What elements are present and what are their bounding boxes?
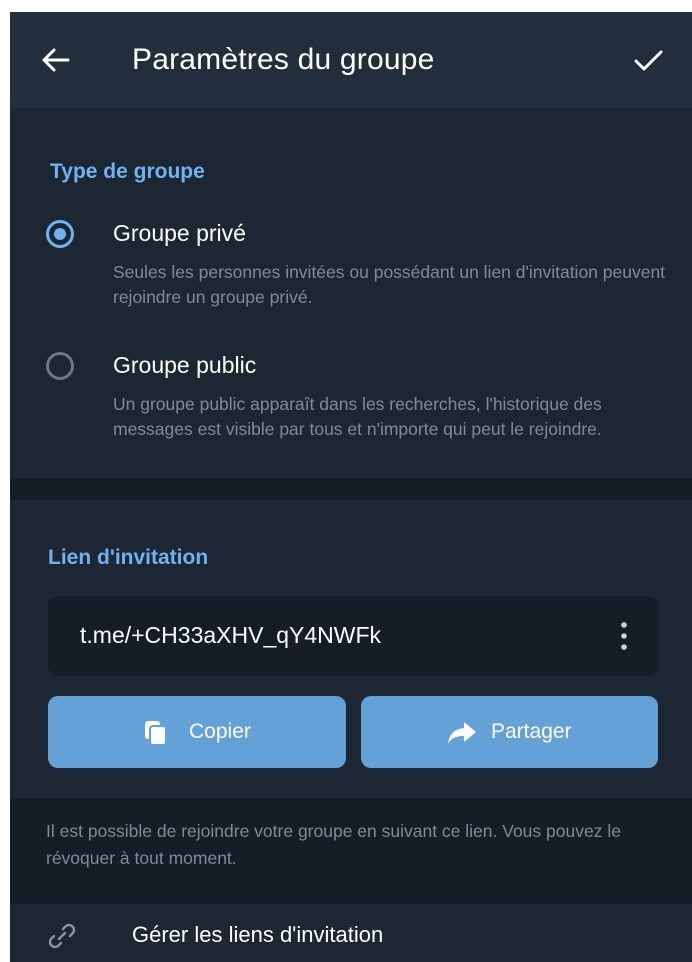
invite-link-text: t.me/+CH33aXHV_qY4NWFk [80, 622, 382, 648]
check-icon [634, 50, 663, 71]
copy-link-button[interactable]: Copier [48, 696, 346, 768]
share-button-label: Partager [491, 720, 572, 743]
top-app-bar: Paramètres du groupe [10, 12, 692, 108]
invite-note-text: Il est possible de rejoindre votre group… [46, 821, 621, 868]
option-public-group[interactable]: Groupe public Un groupe public apparaît … [10, 340, 692, 470]
copy-icon [145, 721, 167, 746]
link-icon [48, 923, 76, 949]
confirm-button[interactable] [630, 42, 666, 78]
option-public-description: Un groupe public apparaît dans les reche… [113, 394, 602, 439]
invite-link-field[interactable]: t.me/+CH33aXHV_qY4NWFk [48, 596, 658, 676]
option-private-group[interactable]: Groupe privé Seules les personnes invité… [10, 208, 692, 318]
manage-invite-links-item[interactable]: Gérer les liens d'invitation [10, 904, 692, 962]
section-divider [10, 478, 692, 500]
arrow-left-icon [42, 48, 70, 72]
manage-invite-links-label: Gérer les liens d'invitation [132, 922, 384, 947]
copy-button-label: Copier [189, 720, 251, 743]
invite-note-area: Il est possible de rejoindre votre group… [10, 798, 692, 904]
share-link-button[interactable]: Partager [361, 696, 658, 768]
link-options-button[interactable] [610, 618, 638, 654]
group-type-title: Type de groupe [50, 160, 205, 183]
group-type-section: Type de groupe Groupe privé Seules les p… [10, 108, 692, 478]
radio-public-unselected[interactable] [46, 352, 74, 380]
share-arrow-icon [448, 722, 476, 744]
back-button[interactable] [38, 42, 74, 78]
group-settings-screen: Paramètres du groupe Type de groupe Grou… [10, 12, 692, 962]
option-private-label: Groupe privé [113, 220, 246, 246]
radio-private-selected[interactable] [46, 220, 74, 248]
invite-link-section: Lien d'invitation t.me/+CH33aXHV_qY4NWFk… [10, 500, 692, 798]
option-public-label: Groupe public [113, 352, 257, 378]
page-title: Paramètres du groupe [132, 43, 435, 76]
option-private-description: Seules les personnes invitées ou posséda… [113, 262, 666, 307]
more-vertical-icon [621, 622, 627, 650]
invite-link-title: Lien d'invitation [48, 546, 209, 569]
